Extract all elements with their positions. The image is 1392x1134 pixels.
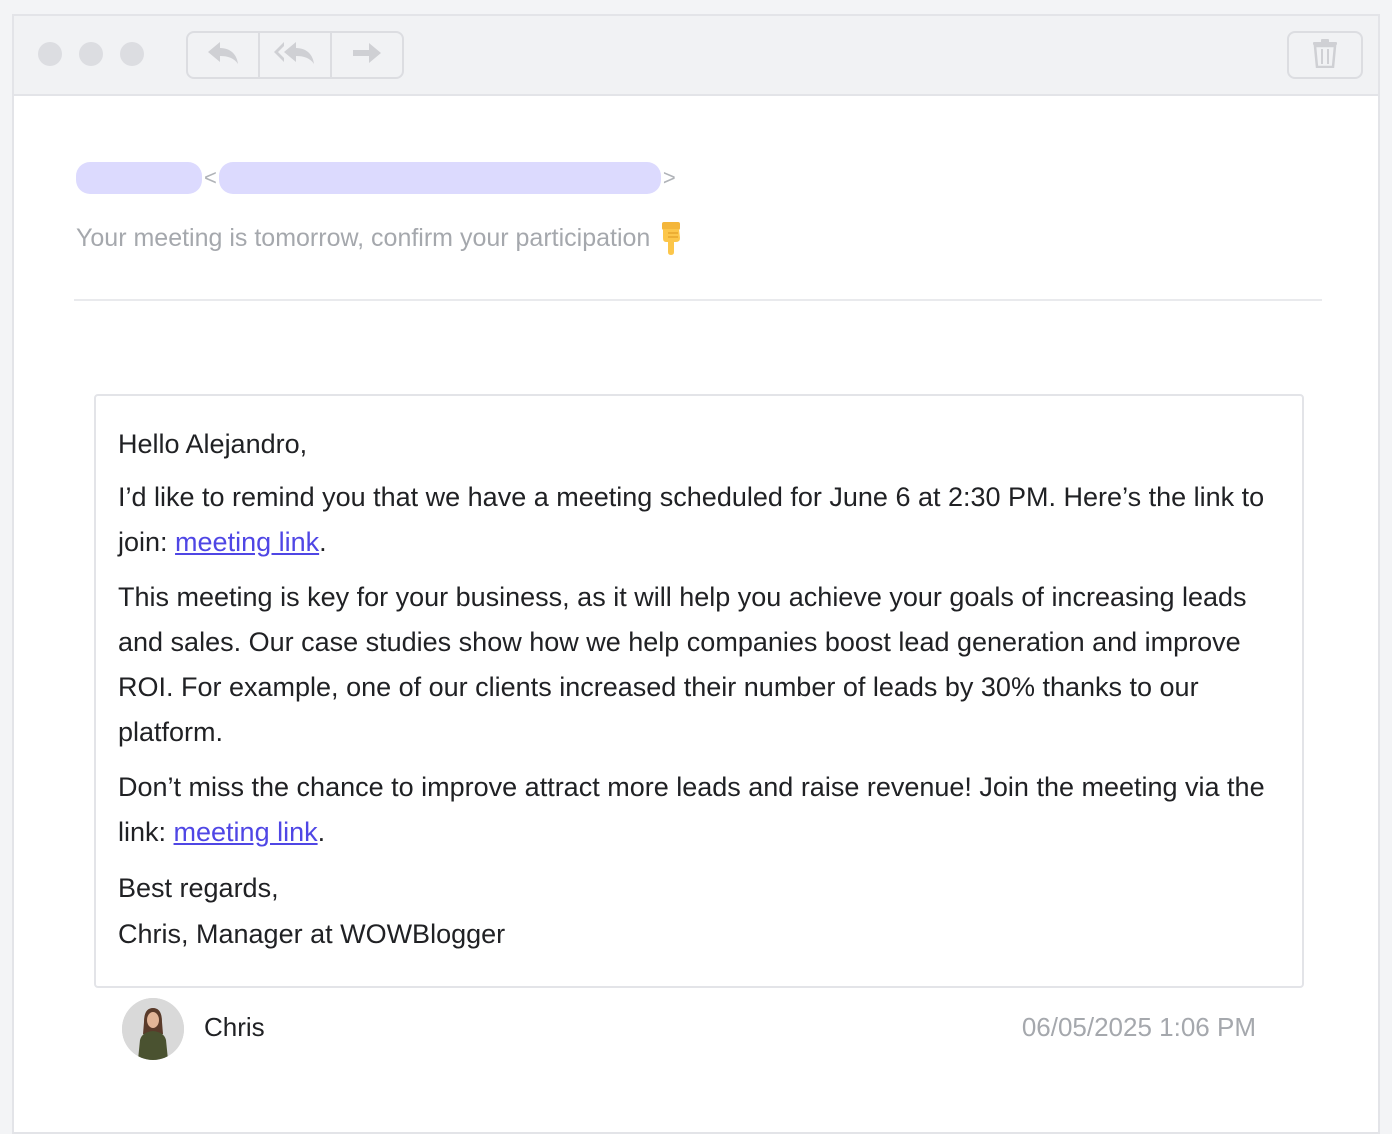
message-body: Hello Alejandro, I’d like to remind you … [94, 394, 1304, 988]
reply-all-icon [274, 40, 316, 71]
forward-icon [351, 41, 383, 70]
header-divider [74, 299, 1322, 301]
sender-bracket-open: < [204, 165, 217, 190]
reply-button[interactable] [188, 33, 258, 77]
email-window: < > Your meeting is tomorrow, confirm yo… [12, 14, 1380, 1134]
subject-text: Your meeting is tomorrow, confirm your p… [76, 223, 651, 252]
message-actions [186, 31, 404, 79]
meeting-link-1[interactable]: meeting link [175, 527, 319, 557]
paragraph-1: I’d like to remind you that we have a me… [118, 482, 1265, 557]
signature: Chris, Manager at WOWBlogger [118, 919, 506, 949]
greeting: Hello Alejandro, [118, 429, 308, 459]
sender-bracket-close: > [662, 165, 676, 190]
message-timestamp: 06/05/2025 1:06 PM [1021, 1012, 1256, 1042]
sender-name: Chris [204, 1012, 265, 1042]
window-maximize-button[interactable] [120, 42, 144, 66]
pointing-down-hand-icon [658, 220, 686, 256]
sender-line: < > [76, 162, 678, 194]
sender-email-redacted [218, 162, 661, 194]
title-bar [14, 16, 1378, 96]
window-minimize-button[interactable] [79, 42, 103, 66]
closing: Best regards, [118, 873, 279, 903]
avatar [122, 998, 184, 1060]
email-subject: Your meeting is tomorrow, confirm your p… [76, 220, 686, 256]
delete-button[interactable] [1287, 31, 1363, 79]
trash-icon [1312, 38, 1338, 73]
forward-button[interactable] [330, 33, 402, 77]
reply-all-button[interactable] [258, 33, 330, 77]
meeting-link-2[interactable]: meeting link [174, 817, 318, 847]
paragraph-2: This meeting is key for your business, a… [118, 582, 1247, 747]
window-close-button[interactable] [38, 42, 62, 66]
sender-name-redacted [76, 162, 202, 194]
paragraph-3: Don’t miss the chance to improve attract… [118, 772, 1265, 847]
reply-icon [206, 40, 240, 71]
